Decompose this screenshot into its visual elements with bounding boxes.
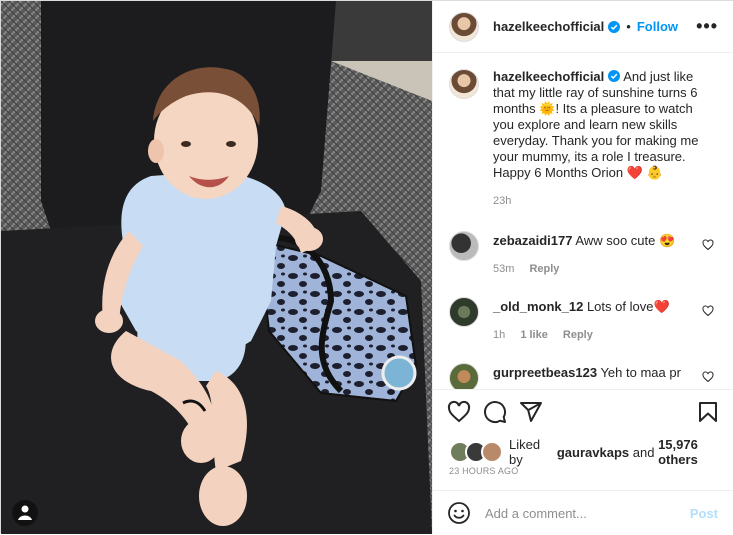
sun-emoji-icon: 🌞 [539,101,556,116]
comment-text: _old_monk_12 Lots of love❤️ [493,299,710,315]
baby-emoji-icon: 👶 [646,165,663,180]
comment-text: gurpreetbeas123 Yeh to maa pr [493,365,710,381]
commenter-username[interactable]: zebazaidi177 [493,233,573,248]
verified-badge-icon [608,20,621,33]
commenter-avatar[interactable] [449,297,479,327]
comments-scroll-area[interactable]: hazelkeechofficial And just like that my… [433,53,733,389]
comment-body: Lots of love [586,299,654,314]
likes-others-count[interactable]: 15,976 others [658,437,733,467]
share-send-icon[interactable] [519,400,543,424]
comment-time[interactable]: 1h [493,329,505,341]
comment-body: Aww soo cute [575,233,656,248]
reply-button[interactable]: Reply [563,329,593,341]
like-heart-icon[interactable] [447,400,471,424]
liked-by-and: and [632,444,655,460]
caption-time[interactable]: 23h [493,195,511,207]
comment-input[interactable] [483,504,690,522]
comment-meta: 1h 1 like Reply [493,329,605,341]
save-bookmark-icon[interactable] [696,400,720,424]
post-timestamp[interactable]: 23 HOURS AGO [449,466,518,476]
red-heart-emoji-icon: ❤️ [626,165,643,180]
follow-button[interactable]: Follow [637,19,678,34]
red-heart-emoji-icon: ❤️ [653,299,670,314]
caption-text: hazelkeechofficial And just like that my… [493,69,710,181]
caption-username[interactable]: hazelkeechofficial [493,69,604,84]
liker-avatar[interactable] [481,441,503,463]
comment-likes-count[interactable]: 1 like [520,329,548,341]
emoji-picker-icon[interactable] [447,501,471,525]
verified-badge-icon [608,70,621,82]
comment-item: _old_monk_12 Lots of love❤️ 1h 1 like Re… [449,297,718,347]
instagram-post-modal: hazelkeechofficial • Follow ••• hazelkee… [0,0,733,534]
comment-body: Yeh to maa pr [600,365,681,380]
baby-photo-illustration [1,1,432,534]
author-avatar[interactable] [449,11,479,42]
separator-dot: • [626,19,631,34]
commenter-username[interactable]: _old_monk_12 [493,299,583,314]
post-comment-button[interactable]: Post [690,506,718,521]
comment-meta: 53m Reply [493,263,571,275]
commenter-avatar[interactable] [449,363,479,389]
post-photo[interactable] [1,1,432,534]
author-username[interactable]: hazelkeechofficial [493,19,604,34]
liker-avatars [449,441,503,463]
reply-button[interactable]: Reply [529,263,559,275]
likes-summary: Liked by gauravkaps and 15,976 others [449,437,733,467]
comment-bubble-icon[interactable] [483,400,507,424]
comment-like-heart-icon[interactable] [702,239,714,251]
comment-text: zebazaidi177 Aww soo cute 😍 [493,233,710,249]
add-comment-bar: Post [433,490,733,535]
post-details-panel: hazelkeechofficial • Follow ••• hazelkee… [432,1,733,534]
commenter-avatar[interactable] [449,231,479,261]
comment-item: zebazaidi177 Aww soo cute 😍 53m Reply [449,231,718,281]
liker-username[interactable]: gauravkaps [557,445,629,460]
comment-like-heart-icon[interactable] [702,371,714,383]
post-header: hazelkeechofficial • Follow ••• [433,1,733,53]
caption-meta: 23h [493,195,523,207]
heart-eyes-emoji-icon: 😍 [659,233,676,248]
comment-like-heart-icon[interactable] [702,305,714,317]
caption-block: hazelkeechofficial And just like that my… [449,69,718,219]
commenter-username[interactable]: gurpreetbeas123 [493,365,597,380]
comment-item: gurpreetbeas123 Yeh to maa pr [449,363,718,389]
comment-time[interactable]: 53m [493,263,514,275]
liked-by-prefix: Liked by [509,437,541,467]
caption-avatar[interactable] [449,69,479,99]
more-options-icon[interactable]: ••• [696,16,718,37]
